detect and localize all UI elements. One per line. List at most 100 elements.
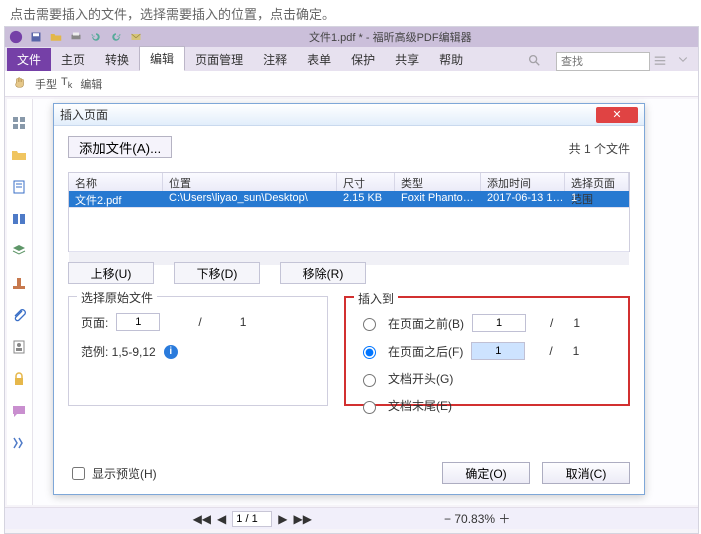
instruction-text: 点击需要插入的文件，选择需要插入的位置，点击确定。 bbox=[0, 0, 701, 27]
cell-time: 2017-06-13 1… bbox=[481, 191, 565, 207]
prev-page-icon[interactable]: ◀ bbox=[217, 512, 226, 526]
stamp-icon[interactable] bbox=[11, 275, 29, 293]
tab-home[interactable]: 主页 bbox=[51, 48, 95, 71]
col-type[interactable]: 类型 bbox=[395, 173, 481, 191]
minimize-ribbon-icon[interactable] bbox=[677, 53, 695, 71]
cancel-button[interactable]: 取消(C) bbox=[542, 462, 630, 484]
tab-page-mgmt[interactable]: 页面管理 bbox=[185, 48, 253, 71]
radio-after-page[interactable] bbox=[363, 346, 376, 359]
cell-name: 文件2.pdf bbox=[69, 191, 163, 207]
slash-1: / bbox=[550, 316, 553, 330]
doc-begin-label: 文档开头(G) bbox=[388, 370, 453, 387]
source-panel-label: 选择原始文件 bbox=[77, 289, 157, 306]
print-icon[interactable] bbox=[69, 30, 83, 44]
insert-to-panel: 插入到 在页面之前(B) / 1 在页面之后(F) / bbox=[344, 296, 630, 406]
tab-edit[interactable]: 编辑 bbox=[139, 46, 185, 71]
tab-form[interactable]: 表单 bbox=[297, 48, 341, 71]
signature-icon[interactable] bbox=[11, 339, 29, 357]
quick-access-toolbar: 文件1.pdf * - 福昕高级PDF编辑器 bbox=[5, 27, 698, 47]
doc-end-label: 文档末尾(E) bbox=[388, 397, 452, 414]
after-page-input[interactable] bbox=[471, 342, 525, 360]
app-icon bbox=[9, 30, 23, 44]
file-count-label: 共 1 个文件 bbox=[569, 140, 630, 157]
comment-list-icon[interactable] bbox=[11, 403, 29, 421]
after-page-label: 在页面之后(F) bbox=[388, 343, 463, 360]
settings-icon[interactable] bbox=[11, 435, 29, 453]
cell-range: 1 bbox=[565, 191, 629, 207]
after-total: 1 bbox=[573, 344, 580, 358]
show-preview-label: 显示预览(H) bbox=[92, 465, 157, 482]
next-page-icon[interactable]: ▶ bbox=[278, 512, 287, 526]
last-page-icon[interactable]: ▶▶ bbox=[294, 512, 312, 526]
ok-button[interactable]: 确定(O) bbox=[442, 462, 530, 484]
radio-doc-end[interactable] bbox=[363, 401, 376, 414]
ribbon-menu-icon[interactable] bbox=[653, 53, 671, 71]
pages-icon[interactable] bbox=[11, 179, 29, 197]
cell-location: C:\Users\liyao_sun\Desktop\ bbox=[163, 191, 337, 207]
redo-icon[interactable] bbox=[109, 30, 123, 44]
search-icon[interactable] bbox=[527, 53, 545, 71]
tab-comment[interactable]: 注释 bbox=[253, 48, 297, 71]
before-total: 1 bbox=[573, 316, 580, 330]
tab-help[interactable]: 帮助 bbox=[429, 48, 473, 71]
slash-label: / bbox=[198, 315, 201, 329]
info-icon[interactable]: i bbox=[164, 345, 178, 359]
ribbon-tabs: 文件 主页 转换 编辑 页面管理 注释 表单 保护 共享 帮助 bbox=[5, 47, 698, 71]
edit-tool-text: 编辑 bbox=[80, 76, 102, 92]
col-size[interactable]: 尺寸 bbox=[337, 173, 395, 191]
slash-2: / bbox=[549, 344, 552, 358]
move-down-button[interactable]: 下移(D) bbox=[174, 262, 260, 284]
grid-empty-area bbox=[69, 207, 629, 251]
tab-protect[interactable]: 保护 bbox=[341, 48, 385, 71]
files-grid: 名称 位置 尺寸 类型 添加时间 选择页面范围 文件2.pdf C:\Users… bbox=[68, 172, 630, 252]
close-icon[interactable]: ✕ bbox=[596, 107, 638, 123]
tab-file[interactable]: 文件 bbox=[7, 48, 51, 71]
dialog-titlebar: 插入页面 ✕ bbox=[54, 104, 644, 126]
open-icon[interactable] bbox=[49, 30, 63, 44]
cell-size: 2.15 KB bbox=[337, 191, 395, 207]
remove-button[interactable]: 移除(R) bbox=[280, 262, 366, 284]
tab-convert[interactable]: 转换 bbox=[95, 48, 139, 71]
book-icon[interactable] bbox=[11, 211, 29, 229]
folder-icon[interactable] bbox=[11, 147, 29, 165]
col-name[interactable]: 名称 bbox=[69, 173, 163, 191]
zoom-out-icon[interactable]: − bbox=[444, 512, 451, 526]
col-time[interactable]: 添加时间 bbox=[481, 173, 565, 191]
edit-tool-label: Tk bbox=[61, 76, 72, 90]
left-sidebar bbox=[7, 99, 33, 505]
layers-icon[interactable] bbox=[11, 243, 29, 261]
source-page-input[interactable] bbox=[116, 313, 160, 331]
app-window: 文件1.pdf * - 福昕高级PDF编辑器 文件 主页 转换 编辑 页面管理 … bbox=[4, 26, 699, 534]
col-location[interactable]: 位置 bbox=[163, 173, 337, 191]
page-label: 页面: bbox=[81, 314, 108, 331]
security-icon[interactable] bbox=[11, 371, 29, 389]
before-page-input[interactable] bbox=[472, 314, 526, 332]
hand-tool-icon[interactable] bbox=[13, 75, 27, 92]
first-page-icon[interactable]: ◀◀ bbox=[193, 512, 211, 526]
col-range[interactable]: 选择页面范围 bbox=[565, 173, 629, 191]
show-preview-checkbox[interactable] bbox=[72, 467, 85, 480]
window-title: 文件1.pdf * - 福昕高级PDF编辑器 bbox=[309, 29, 472, 45]
source-total: 1 bbox=[240, 315, 247, 329]
thumbnails-icon[interactable] bbox=[11, 115, 29, 133]
mail-icon[interactable] bbox=[129, 30, 143, 44]
save-icon[interactable] bbox=[29, 30, 43, 44]
radio-doc-begin[interactable] bbox=[363, 374, 376, 387]
page-input[interactable] bbox=[232, 511, 272, 527]
radio-before-page[interactable] bbox=[363, 318, 376, 331]
find-box[interactable] bbox=[556, 52, 650, 71]
tab-share[interactable]: 共享 bbox=[385, 48, 429, 71]
insert-pages-dialog: 插入页面 ✕ 添加文件(A)... 共 1 个文件 名称 位置 尺寸 类型 添加… bbox=[53, 103, 645, 495]
undo-icon[interactable] bbox=[89, 30, 103, 44]
table-row[interactable]: 文件2.pdf C:\Users\liyao_sun\Desktop\ 2.15… bbox=[69, 191, 629, 207]
ribbon-content: 手型 Tk 编辑 bbox=[5, 71, 698, 97]
attachment-icon[interactable] bbox=[11, 307, 29, 325]
cell-type: Foxit Phanto… bbox=[395, 191, 481, 207]
find-input[interactable] bbox=[556, 52, 650, 71]
source-panel: 选择原始文件 页面: / 1 范例: 1,5-9,12 i bbox=[68, 296, 328, 406]
add-file-button[interactable]: 添加文件(A)... bbox=[68, 136, 172, 158]
move-up-button[interactable]: 上移(U) bbox=[68, 262, 154, 284]
dialog-title: 插入页面 bbox=[60, 106, 108, 123]
range-example-label: 范例: 1,5-9,12 bbox=[81, 343, 156, 360]
zoom-in-icon[interactable]: ＋ bbox=[498, 512, 510, 526]
